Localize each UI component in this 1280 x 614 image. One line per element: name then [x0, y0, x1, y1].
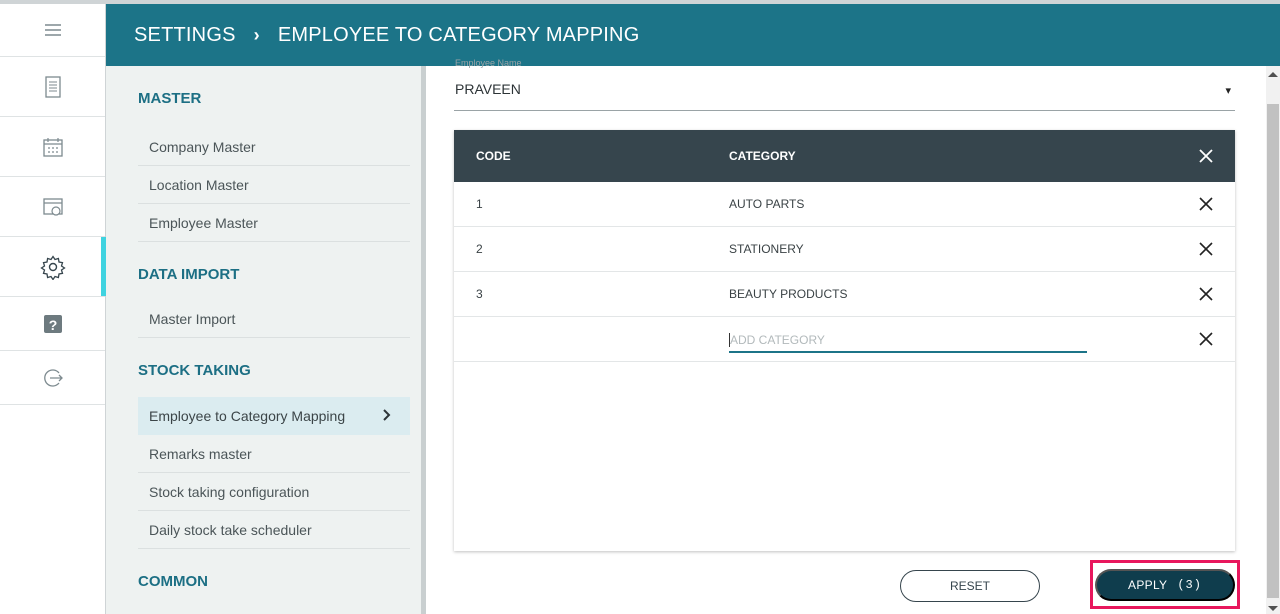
main-content: Employee Name PRAVEEN ▾ CODE CATEGORY 1 … — [426, 58, 1266, 614]
nav-item-location-master[interactable]: Location Master — [138, 166, 410, 204]
table-header: CODE CATEGORY — [454, 130, 1235, 182]
scrollbar-thumb[interactable] — [1267, 104, 1279, 598]
section-title-data-import: DATA IMPORT — [138, 266, 240, 283]
help-icon: ? — [43, 314, 62, 333]
breadcrumb-separator-icon: › — [253, 24, 260, 45]
page-header: SETTINGS › EMPLOYEE TO CATEGORY MAPPING — [106, 4, 1280, 66]
history-icon — [42, 197, 63, 216]
reset-button[interactable]: RESET — [900, 570, 1040, 602]
rail-item-reports[interactable] — [0, 57, 105, 117]
nav-item-stock-taking-configuration[interactable]: Stock taking configuration — [138, 473, 410, 511]
category-mapping-table: CODE CATEGORY 1 AUTO PARTS 2 STATIONERY … — [454, 130, 1235, 551]
dropdown-caret-icon: ▾ — [1225, 85, 1231, 97]
section-title-common: COMMON — [138, 573, 208, 590]
scroll-up-arrow-icon[interactable] — [1268, 72, 1278, 77]
table-row: 2 STATIONERY — [454, 227, 1235, 272]
page-title: EMPLOYEE TO CATEGORY MAPPING — [277, 23, 640, 46]
row-category: BEAUTY PRODUCTS — [729, 287, 848, 301]
employee-name-value: PRAVEEN — [455, 81, 521, 97]
employee-name-label: Employee Name — [455, 58, 522, 68]
scroll-down-arrow-icon[interactable] — [1268, 606, 1278, 611]
add-category-input[interactable] — [729, 329, 1087, 353]
rail-item-help[interactable]: ? — [0, 297, 105, 351]
nav-item-master-import[interactable]: Master Import — [138, 300, 410, 338]
apply-button[interactable]: APPLY (3) — [1095, 569, 1235, 601]
row-category: STATIONERY — [729, 242, 804, 256]
row-code: 2 — [476, 242, 483, 256]
settings-subnav: MASTER Company Master Location Master Em… — [106, 66, 426, 614]
rail-item-calendar[interactable] — [0, 117, 105, 177]
row-category: AUTO PARTS — [729, 197, 805, 211]
breadcrumb-settings[interactable]: SETTINGS — [134, 24, 236, 47]
text-cursor — [729, 333, 730, 347]
report-icon — [44, 75, 61, 98]
nav-item-remarks-master[interactable]: Remarks master — [138, 435, 410, 473]
apply-count: (3) — [1177, 578, 1202, 592]
add-category-row — [454, 317, 1235, 362]
nav-item-label: Employee to Category Mapping — [149, 408, 346, 424]
employee-name-select[interactable]: Employee Name PRAVEEN ▾ — [454, 58, 1235, 111]
chevron-right-icon — [383, 409, 391, 421]
remove-row-close-icon[interactable] — [1199, 242, 1213, 256]
logout-icon — [43, 368, 63, 387]
row-code: 1 — [476, 197, 483, 211]
clear-all-close-icon[interactable] — [1199, 149, 1213, 163]
row-code: 3 — [476, 287, 483, 301]
gear-icon — [39, 254, 66, 280]
nav-item-employee-to-category-mapping[interactable]: Employee to Category Mapping — [138, 397, 410, 435]
icon-rail: ? — [0, 4, 106, 614]
hamburger-menu-icon — [44, 24, 61, 36]
hamburger-menu-button[interactable] — [0, 4, 105, 57]
clear-input-close-icon[interactable] — [1199, 332, 1213, 346]
apply-label: APPLY — [1128, 578, 1168, 592]
rail-item-settings[interactable] — [0, 237, 106, 297]
nav-item-employee-master[interactable]: Employee Master — [138, 204, 410, 242]
column-header-category: CATEGORY — [729, 149, 796, 163]
remove-row-close-icon[interactable] — [1199, 287, 1213, 301]
rail-item-history[interactable] — [0, 177, 105, 237]
nav-item-daily-stock-take-scheduler[interactable]: Daily stock take scheduler — [138, 511, 410, 549]
section-title-master: MASTER — [138, 90, 202, 107]
rail-item-logout[interactable] — [0, 351, 105, 405]
svg-text:?: ? — [48, 317, 57, 333]
column-header-code: CODE — [476, 149, 511, 163]
calendar-icon — [42, 137, 63, 157]
table-row: 3 BEAUTY PRODUCTS — [454, 272, 1235, 317]
remove-row-close-icon[interactable] — [1199, 197, 1213, 211]
nav-item-company-master[interactable]: Company Master — [138, 128, 410, 166]
table-row: 1 AUTO PARTS — [454, 182, 1235, 227]
section-title-stock-taking: STOCK TAKING — [138, 362, 251, 379]
